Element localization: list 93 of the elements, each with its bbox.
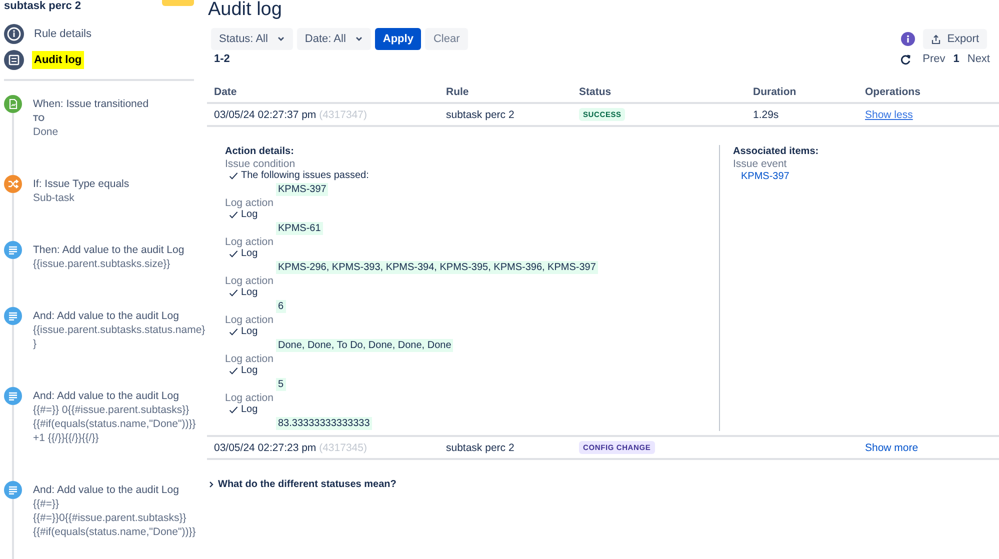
logged-value: Done, Done, To Do, Done, Done, Done [276, 339, 454, 352]
check-icon [229, 172, 238, 180]
column-header: Status [579, 86, 612, 98]
column-header: Date [214, 86, 238, 98]
rule-step-detail: TO [33, 112, 46, 125]
clear-button[interactable]: Clear [425, 28, 468, 50]
action-result: Log [241, 248, 258, 260]
action-type: Issue condition [225, 158, 296, 170]
sidebar-nav-item[interactable]: Audit log [4, 50, 194, 70]
document-icon [4, 95, 22, 113]
logged-value: 5 [276, 378, 286, 391]
rule-step-detail: {{issue.parent.subtasks.status.name} [33, 323, 206, 337]
rule-step-detail: {{#=}} 0{{#issue.parent.subtasks}} [33, 403, 190, 417]
issue-link[interactable]: KPMS-397 [733, 170, 999, 184]
chevron-down-icon [354, 35, 363, 43]
check-icon [229, 367, 238, 375]
logged-value: KPMS-296, KPMS-393, KPMS-394, KPMS-395, KPMS-396, KPMS-397 [276, 261, 598, 274]
section-title: Associated items: [733, 145, 820, 158]
logged-value: 83.33333333333333 [276, 417, 372, 430]
export-icon [931, 34, 942, 44]
rule-step-title[interactable]: And: Add value to the audit Log [33, 483, 196, 497]
rule-step-detail: Sub-task [33, 191, 76, 205]
info-icon[interactable] [901, 32, 916, 46]
execution-id: (4317345) [319, 442, 367, 454]
action-result: Log [241, 326, 258, 338]
toggle-details-link[interactable]: Show less [865, 108, 913, 120]
statuses-help-toggle[interactable]: What do the different statuses mean? [207, 478, 402, 491]
action-type: Log action [225, 275, 274, 287]
logged-value: KPMS-61 [276, 222, 323, 235]
rule-cell-text: subtask perc 2 [446, 108, 516, 120]
rule-status-lozenge [162, 0, 194, 6]
check-icon [229, 289, 238, 297]
logged-value: 6 [276, 300, 286, 313]
page-title: Audit log [207, 0, 283, 20]
action-result: Log [241, 287, 258, 299]
check-icon [229, 328, 238, 336]
column-header: Operations [865, 86, 922, 98]
rule-step-detail: {{issue.parent.subtasks.size}} [33, 257, 172, 271]
action-result: Log [241, 209, 258, 221]
execution-id: (4317347) [319, 108, 367, 120]
rule-step-detail: {{#if(equals(status.name,"Done"))}} [33, 525, 196, 539]
shuffle-icon [4, 175, 22, 193]
action-result: Log [241, 404, 258, 416]
action-type: Log action [225, 353, 274, 365]
rule-step-detail: {{#=}} [33, 497, 60, 511]
check-icon [229, 250, 238, 258]
rule-step-title[interactable]: If: Issue Type equals [33, 177, 130, 191]
action-type: Log action [225, 197, 274, 209]
rule-step-detail: {{#if(equals(status.name,"Done"))}} [33, 417, 196, 431]
rule-name: subtask perc 2 [4, 0, 82, 12]
apply-button[interactable]: Apply [374, 28, 422, 50]
action-type: Log action [225, 236, 274, 248]
list-icon [4, 50, 24, 70]
rule-step-title[interactable]: When: Issue transitioned [33, 97, 149, 111]
filter-dropdown[interactable]: Date: All [296, 28, 371, 50]
text-lines-icon [4, 307, 22, 325]
sidebar-nav-item[interactable]: Rule details [4, 24, 194, 44]
column-header: Rule [446, 86, 470, 98]
prev-page-link[interactable]: Prev [918, 53, 950, 65]
next-page-link[interactable]: Next [963, 53, 994, 65]
text-lines-icon [4, 241, 22, 259]
check-icon [229, 406, 238, 414]
toggle-details-link[interactable]: Show more [865, 442, 918, 454]
rule-step-detail: {{#=}}0{{#issue.parent.subtasks}} [33, 511, 188, 525]
action-result: The following issues passed: [241, 170, 369, 182]
rule-step-title[interactable]: And: Add value to the audit Log [33, 389, 196, 403]
filter-dropdown[interactable]: Status: All [211, 28, 293, 50]
chevron-down-icon [276, 35, 285, 43]
check-icon [229, 211, 238, 219]
info-icon [4, 24, 24, 44]
section-title: Action details: [225, 145, 295, 158]
date-cell-text: 03/05/24 02:27:37 pm (4317347) [214, 108, 368, 120]
action-result: Log [241, 365, 258, 377]
text-lines-icon [4, 387, 22, 405]
item-type: Issue event [733, 158, 788, 170]
rule-step-title[interactable]: Then: Add value to the audit Log [33, 243, 184, 257]
action-type: Log action [225, 392, 274, 404]
action-type: Log action [225, 314, 274, 326]
refresh-icon[interactable] [900, 54, 911, 64]
caret-icon [209, 481, 214, 488]
text-lines-icon [4, 481, 22, 499]
duration-cell-text: 1.29s [753, 108, 780, 120]
logged-value: KPMS-397 [276, 183, 328, 196]
column-header: Duration [753, 86, 798, 98]
rule-step-detail: +1 {{/}}{{/}}{{/}} [33, 431, 100, 445]
rule-step-detail: } [33, 337, 38, 351]
rule-step-title[interactable]: And: Add value to the audit Log [33, 309, 206, 323]
result-range: 1-2 [214, 53, 230, 65]
export-button[interactable]: Export [923, 29, 987, 49]
date-cell-text: 03/05/24 02:27:23 pm (4317345) [214, 442, 368, 454]
rule-cell-text: subtask perc 2 [446, 442, 516, 454]
rule-step-detail: Done [33, 125, 60, 139]
page-number: 1 [952, 53, 960, 65]
